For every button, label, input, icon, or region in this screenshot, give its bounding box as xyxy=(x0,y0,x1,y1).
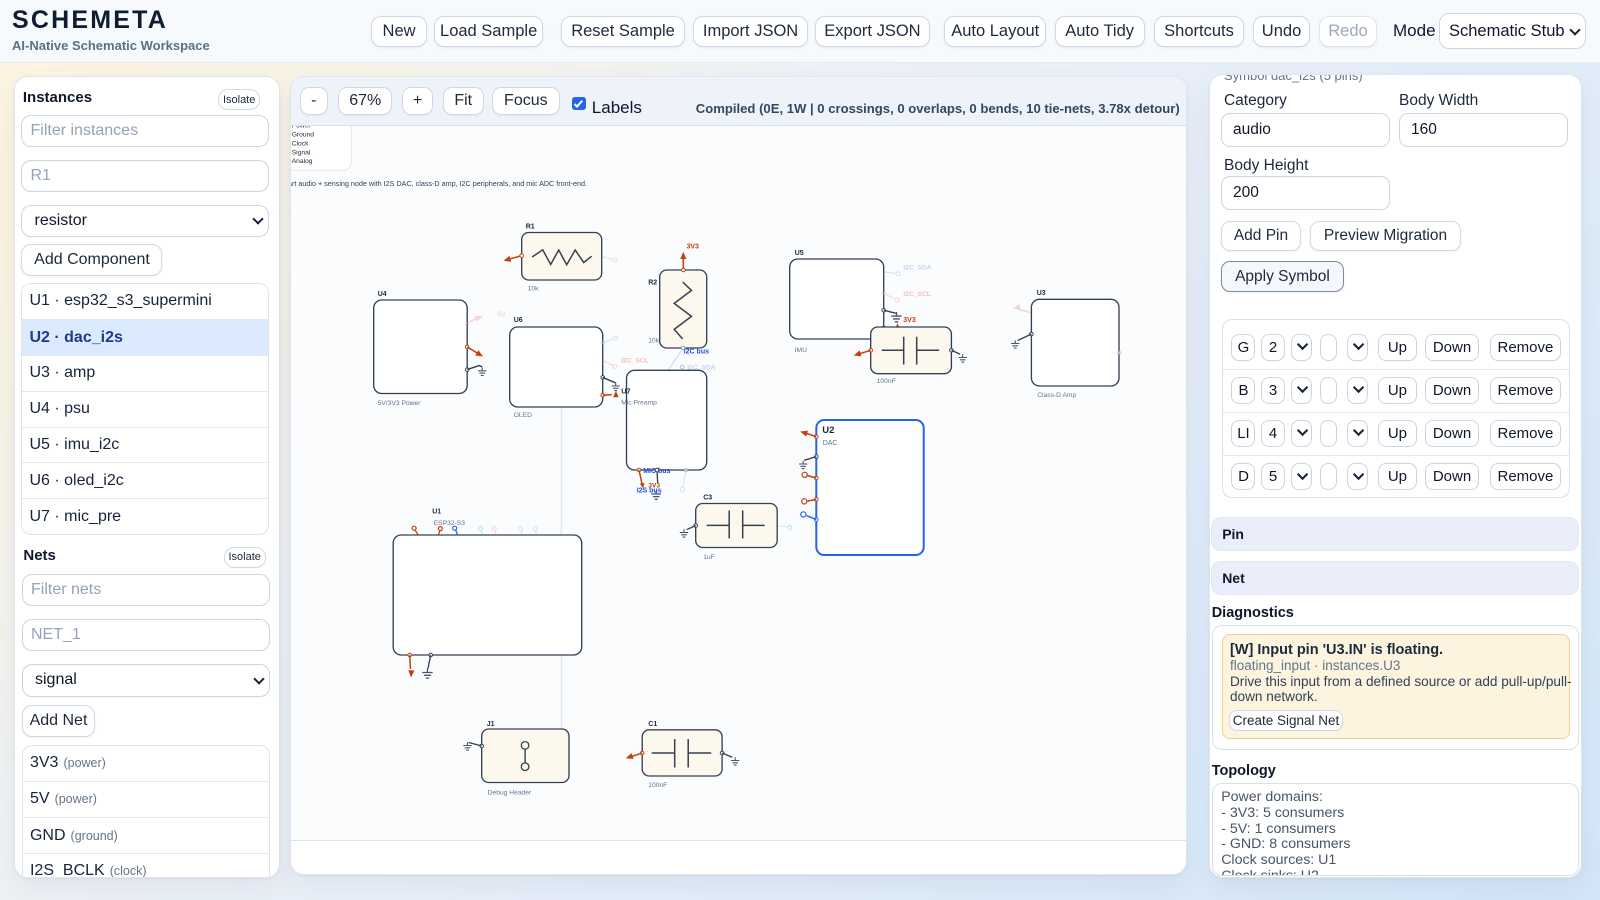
svg-text:Mic Preamp: Mic Preamp xyxy=(621,400,657,407)
svg-text:Class-D Amp: Class-D Amp xyxy=(1037,392,1076,399)
svg-text:I2C bus: I2C bus xyxy=(684,349,709,356)
svg-text:5V: 5V xyxy=(497,312,506,319)
svg-text:ESP32-S3: ESP32-S3 xyxy=(434,520,466,527)
svg-text:Analog: Analog xyxy=(292,158,313,165)
svg-text:Smart audio + sensing node wit: Smart audio + sensing node with I2S DAC,… xyxy=(291,179,587,188)
svg-text:C1: C1 xyxy=(649,721,658,728)
svg-text:I2C_SCL: I2C_SCL xyxy=(904,291,932,298)
svg-text:100nF: 100nF xyxy=(649,782,668,789)
svg-text:I2C_SCL: I2C_SCL xyxy=(621,358,649,365)
svg-text:U1: U1 xyxy=(432,509,441,516)
svg-text:3V3: 3V3 xyxy=(687,244,700,251)
svg-text:1uF: 1uF xyxy=(703,554,715,561)
svg-text:Debug Header: Debug Header xyxy=(488,790,532,797)
svg-text:Signal: Signal xyxy=(292,149,311,156)
svg-text:U5: U5 xyxy=(795,250,804,257)
svg-text:R1: R1 xyxy=(526,224,535,231)
svg-text:10k: 10k xyxy=(648,338,659,345)
svg-text:Power: Power xyxy=(292,126,312,130)
svg-text:J1: J1 xyxy=(487,721,495,728)
svg-text:5V/3V3 Power: 5V/3V3 Power xyxy=(378,400,422,407)
svg-text:10k: 10k xyxy=(528,286,539,293)
svg-text:Ground: Ground xyxy=(292,132,315,139)
svg-text:U3: U3 xyxy=(1037,290,1046,297)
svg-text:Clock: Clock xyxy=(292,140,309,147)
svg-text:3V3: 3V3 xyxy=(904,317,917,324)
svg-text:DAC: DAC xyxy=(823,440,838,447)
svg-text:U7: U7 xyxy=(621,387,630,396)
svg-text:C3: C3 xyxy=(703,495,712,502)
svg-text:I2C_SDA: I2C_SDA xyxy=(904,265,932,272)
svg-text:U2: U2 xyxy=(823,425,835,436)
svg-text:U4: U4 xyxy=(378,291,387,298)
svg-text:U6: U6 xyxy=(514,317,523,324)
svg-text:I2S bus: I2S bus xyxy=(637,488,662,495)
svg-text:R2: R2 xyxy=(648,280,657,287)
svg-text:OLED: OLED xyxy=(514,412,532,419)
svg-text:100nF: 100nF xyxy=(877,378,896,385)
svg-text:IMU: IMU xyxy=(795,347,807,354)
